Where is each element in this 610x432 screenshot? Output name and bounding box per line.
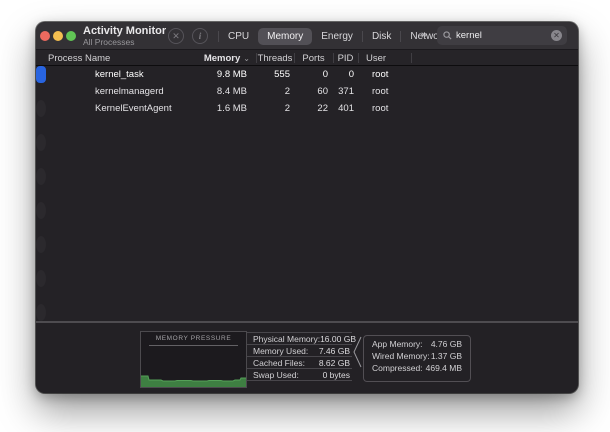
zoom-window-button[interactable] — [66, 31, 76, 41]
stat-row: Wired Memory:1.37 GB — [372, 350, 462, 362]
tab-memory[interactable]: Memory — [258, 28, 312, 45]
activity-monitor-window: Activity Monitor All Processes ✕ i CPU M… — [36, 22, 578, 393]
window-controls — [40, 31, 76, 41]
tab-energy[interactable]: Energy — [312, 28, 362, 45]
table-row-empty[interactable] — [36, 219, 578, 236]
column-header-pid[interactable]: PID — [333, 50, 358, 66]
search-icon — [443, 31, 452, 40]
stat-value: 1.37 GB — [431, 351, 462, 361]
column-header-memory[interactable]: Memory ⌄ — [186, 50, 256, 66]
info-icon: i — [199, 31, 202, 41]
user-value: root — [358, 69, 411, 80]
process-name: kernelmanagerd — [36, 86, 186, 97]
stat-row: Swap Used: 0 bytes — [247, 369, 352, 381]
search-input[interactable] — [452, 30, 551, 41]
stat-label: Cached Files: — [253, 358, 305, 368]
toolbar-overflow-chevron-icon[interactable]: » — [421, 29, 426, 41]
table-row-empty[interactable] — [36, 253, 578, 270]
stat-label: Compressed: — [372, 363, 423, 373]
stop-icon: ✕ — [172, 31, 180, 42]
stat-row: App Memory: 4.76 GB — [372, 338, 462, 350]
pressure-area-edge — [141, 376, 246, 381]
table-row-kerneleventagent[interactable]: KernelEventAgent 1.6 MB 2 22 401 root — [36, 100, 46, 117]
search-field[interactable]: ✕ — [437, 26, 567, 45]
close-window-button[interactable] — [40, 31, 50, 41]
pid-value: 371 — [333, 86, 358, 97]
pressure-chart-rule — [149, 345, 238, 346]
column-header-user[interactable]: User — [358, 50, 411, 66]
stat-label: Swap Used: — [253, 370, 299, 380]
stat-value: 7.46 GB — [319, 346, 350, 356]
stat-row: Compressed:469.4 MB — [372, 362, 462, 374]
threads-value: 2 — [256, 86, 294, 97]
table-header: Process Name Memory ⌄ Threads Ports PID … — [36, 50, 578, 66]
stat-row: Memory Used: 7.46 GB — [247, 345, 352, 357]
table-row-empty[interactable] — [36, 270, 46, 287]
stat-value: 469.4 MB — [426, 363, 462, 373]
stat-row: Physical Memory:16.00 GB — [247, 333, 352, 345]
column-header-threads[interactable]: Threads — [256, 50, 294, 66]
user-value: root — [358, 103, 411, 114]
process-name: KernelEventAgent — [36, 103, 186, 114]
process-name: kernel_task — [36, 69, 186, 80]
table-row-empty[interactable] — [36, 185, 578, 202]
memory-stats-table: Physical Memory:16.00 GBMemory Used: 7.46… — [247, 332, 352, 381]
brace-icon — [353, 336, 362, 368]
column-header-ports[interactable]: Ports — [294, 50, 333, 66]
table-row-empty[interactable] — [36, 287, 578, 304]
stat-label: Physical Memory: — [253, 334, 320, 344]
table-row-empty[interactable] — [36, 236, 46, 253]
pressure-area-chart — [141, 347, 246, 387]
stat-row: Cached Files: 8.62 GB — [247, 357, 352, 369]
table-row-kernel-task[interactable]: kernel_task 9.8 MB 555 0 0 root — [36, 66, 46, 83]
column-header-spacer — [411, 50, 578, 66]
table-row-empty[interactable] — [36, 202, 46, 219]
titlebar: Activity Monitor All Processes ✕ i CPU M… — [36, 22, 578, 50]
sort-chevron-icon: ⌄ — [243, 54, 250, 63]
stat-value: 8.62 GB — [319, 358, 350, 368]
table-row-empty[interactable] — [36, 151, 578, 168]
user-value: root — [358, 86, 411, 97]
stop-process-button[interactable]: ✕ — [168, 28, 184, 44]
stat-label: Wired Memory: — [372, 351, 430, 361]
table-row-empty[interactable] — [36, 168, 46, 185]
pid-value: 401 — [333, 103, 358, 114]
tab-disk[interactable]: Disk — [363, 28, 400, 45]
memory-pressure-chart: MEMORY PRESSURE — [140, 331, 247, 388]
threads-value: 2 — [256, 103, 294, 114]
memory-pressure-label: MEMORY PRESSURE — [141, 335, 246, 342]
minimize-window-button[interactable] — [53, 31, 63, 41]
threads-value: 555 — [256, 69, 294, 80]
ports-value: 22 — [294, 103, 333, 114]
ports-value: 0 — [294, 69, 333, 80]
process-table: kernel_task 9.8 MB 555 0 0 root kernelma… — [36, 66, 578, 321]
memory-value: 9.8 MB — [186, 69, 256, 80]
table-row-empty[interactable] — [36, 117, 578, 134]
memory-breakdown-box: App Memory:4.76 GBWired Memory:1.37 GBCo… — [363, 335, 471, 382]
clear-search-icon[interactable]: ✕ — [551, 30, 562, 41]
memory-header-label: Memory — [204, 53, 240, 64]
stat-value: 0 bytes — [323, 370, 350, 380]
memory-value: 1.6 MB — [186, 103, 256, 114]
ports-value: 60 — [294, 86, 333, 97]
window-title: Activity Monitor — [83, 25, 166, 37]
table-row-empty[interactable] — [36, 134, 46, 151]
stat-value: 16.00 GB — [320, 334, 356, 344]
memory-value: 8.4 MB — [186, 86, 256, 97]
pid-value: 0 — [333, 69, 358, 80]
table-row-kernelmanagerd[interactable]: kernelmanagerd 8.4 MB 2 60 371 root — [36, 83, 578, 100]
column-header-process-name[interactable]: Process Name — [36, 50, 186, 66]
tab-cpu[interactable]: CPU — [219, 28, 258, 45]
title-block: Activity Monitor All Processes — [83, 25, 166, 47]
table-row-empty[interactable] — [36, 304, 46, 321]
stat-label: App Memory: — [372, 339, 423, 349]
memory-summary-panel: MEMORY PRESSURE Physical Memory:16.00 GB… — [36, 323, 578, 393]
stat-value: 4.76 GB — [431, 339, 462, 349]
window-subtitle: All Processes — [83, 38, 166, 47]
inspect-process-button[interactable]: i — [192, 28, 208, 44]
stat-label: Memory Used: — [253, 346, 308, 356]
